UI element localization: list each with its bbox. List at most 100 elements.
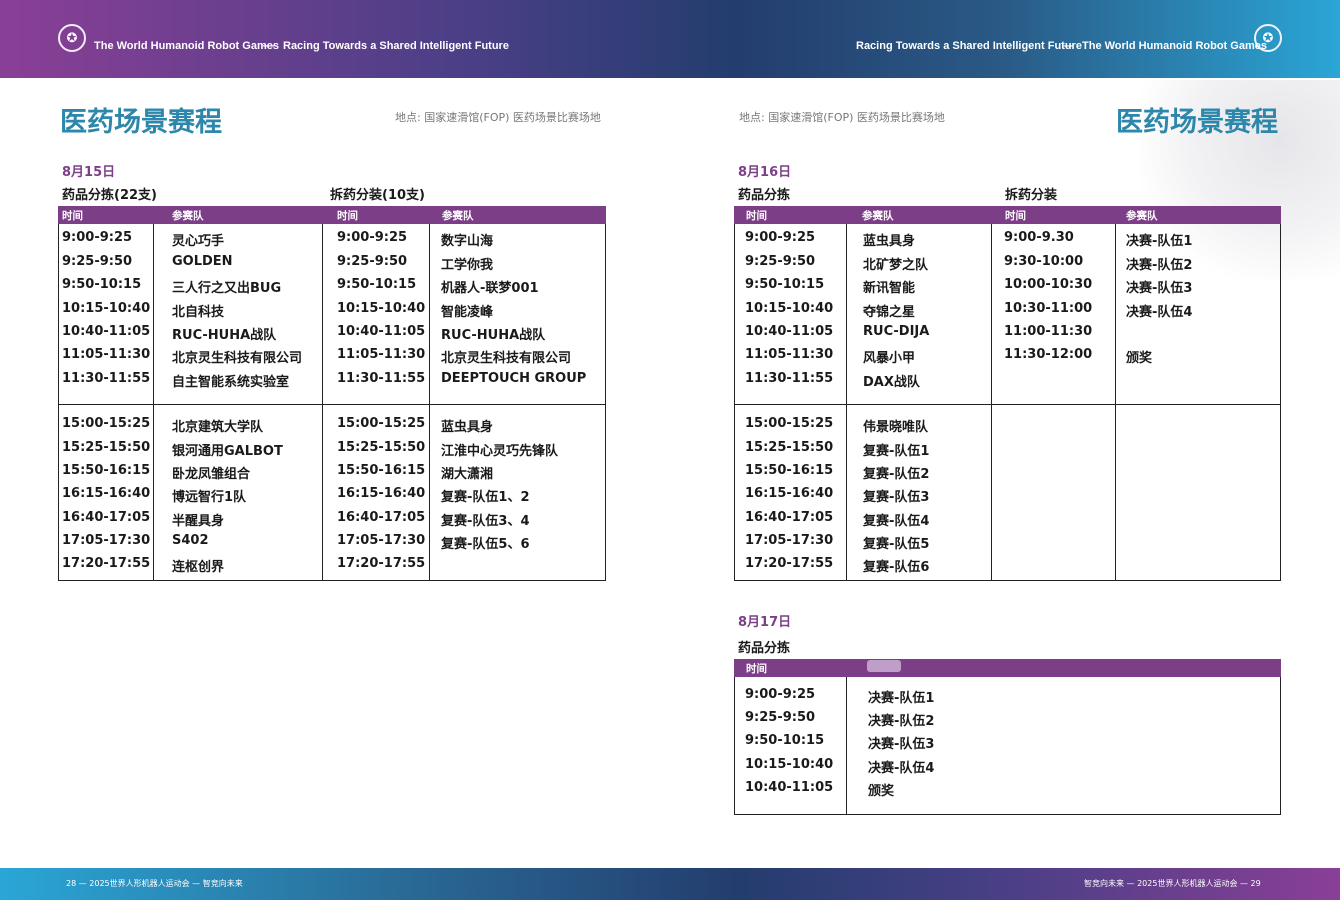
left-section-unpacking: 拆药分装(10支) [330,188,425,203]
team-name: RUC-HUHA战队 [172,328,277,343]
time-slot: 15:00-15:25 [62,416,151,431]
session-divider [735,404,1280,405]
banner-left-slogan: Racing Towards a Shared Intelligent Futu… [283,40,509,52]
time-slot: 10:00-10:30 [1004,277,1093,292]
time-slot: 9:25-9:50 [745,254,816,269]
team-name: 三人行之又出BUG [172,281,282,296]
column-divider [991,224,992,580]
team-name: 复赛-队伍1、2 [441,490,530,505]
team-name: 博远智行1队 [172,490,247,505]
team-name: 连枢创界 [172,560,225,575]
time-slot: 9:00-9.30 [1004,230,1074,245]
column-divider [846,677,847,814]
team-name: 半醒具身 [172,514,225,529]
team-name: GOLDEN [172,254,233,269]
blurred-header-mark [867,660,901,672]
time-slot: 9:50-10:15 [745,277,825,292]
aug16-section-unpacking: 拆药分装 [1005,188,1058,203]
team-name: 湖大潇湘 [441,467,494,482]
team-name: 复赛-队伍5 [863,537,930,552]
team-name: 北京灵生科技有限公司 [441,351,572,366]
team-name: 数字山海 [441,234,494,249]
column-divider [429,224,430,580]
time-slot: 10:30-11:00 [1004,301,1093,316]
time-slot: 16:15-16:40 [62,486,151,501]
team-name: 复赛-队伍3 [863,490,930,505]
time-slot: 11:05-11:30 [62,347,151,362]
schedule-table-aug15: 时间 参赛队 时间 参赛队 9:00-9:25 灵心巧手 9:00-9:25 数字山海… [58,206,606,581]
time-slot: 17:05-17:30 [745,533,834,548]
time-slot: 15:50-16:15 [62,463,151,478]
time-slot: 16:15-16:40 [745,486,834,501]
header-time: 时间 [337,210,358,222]
column-divider [1115,224,1116,580]
team-name: 复赛-队伍6 [863,560,930,575]
time-slot: 17:05-17:30 [337,533,426,548]
time-slot: 10:40-11:05 [745,324,834,339]
team-name: 灵心巧手 [172,234,225,249]
left-venue: 地点: 国家速滑馆(FOP) 医药场景比赛场地 [395,111,601,124]
team-name: DEEPTOUCH GROUP [441,371,587,386]
aug16-date: 8月16日 [738,165,792,180]
column-divider [153,224,154,580]
aug17-date: 8月17日 [738,615,792,630]
table-body: 9:00-9:25 蓝虫具身 9:00-9.30 决赛-队伍1 9:25-9:50 北矿梦… [734,224,1281,581]
time-slot: 11:30-11:55 [745,371,834,386]
team-name: 自主智能系统实验室 [172,375,290,390]
time-slot: 9:50-10:15 [745,733,825,748]
team-name: 蓝虫具身 [441,420,494,435]
team-name: 决赛-队伍2 [1126,258,1193,273]
header-banner [0,0,1340,78]
time-slot: 10:15-10:40 [62,301,151,316]
left-section-sorting: 药品分拣(22支) [62,188,157,203]
team-name: 颁奖 [1126,351,1153,366]
team-name: 江淮中心灵巧先锋队 [441,444,559,459]
team-name: 颁奖 [868,784,895,799]
team-name: 风暴小甲 [863,351,916,366]
team-name: 决赛-队伍3 [868,737,935,752]
time-slot: 9:25-9:50 [337,254,408,269]
banner-right-title: The World Humanoid Robot Games [1082,40,1267,52]
time-slot: 15:00-15:25 [745,416,834,431]
time-slot: 9:25-9:50 [745,710,816,725]
team-name: 智能凌峰 [441,305,494,320]
header-time: 时间 [1005,210,1026,222]
team-name: 夺锦之星 [863,305,916,320]
team-name: 决赛-队伍1 [1126,234,1193,249]
time-slot: 10:40-11:05 [337,324,426,339]
banner-right-slogan: Racing Towards a Shared Intelligent Futu… [856,40,1082,52]
time-slot: 15:50-16:15 [337,463,426,478]
time-slot: 9:00-9:25 [337,230,408,245]
team-name: 北自科技 [172,305,225,320]
time-slot: 16:40-17:05 [337,510,426,525]
session-divider [59,404,605,405]
time-slot: 17:20-17:55 [337,556,426,571]
time-slot: 16:40-17:05 [62,510,151,525]
time-slot: 10:40-11:05 [62,324,151,339]
team-name: 复赛-队伍3、4 [441,514,530,529]
right-page-title: 医药场景赛程 [1116,107,1278,138]
table-header: 时间 [734,659,1281,677]
team-name: 决赛-队伍1 [868,691,935,706]
time-slot: 16:15-16:40 [337,486,426,501]
column-divider [846,224,847,580]
table-header: 时间 参赛队 时间 参赛队 [58,206,606,224]
column-divider [322,224,323,580]
header-team: 参赛队 [1126,210,1158,222]
team-name: 决赛-队伍4 [868,761,935,776]
team-name: 复赛-队伍5、6 [441,537,530,552]
time-slot: 15:25-15:50 [62,440,151,455]
team-name: RUC-DIJA [863,324,930,339]
team-name: 新讯智能 [863,281,916,296]
team-name: 北京建筑大学队 [172,420,264,435]
team-name: DAX战队 [863,375,920,390]
time-slot: 11:05-11:30 [337,347,426,362]
time-slot: 11:30-11:55 [337,371,426,386]
schedule-table-aug16: 时间 参赛队 时间 参赛队 9:00-9:25 蓝虫具身 9:00-9.30 决赛-队… [734,206,1281,581]
footer-right-text: 智竞向未来 — 2025世界人形机器人运动会 — 29 [1084,879,1261,888]
team-name: 卧龙凤雏组合 [172,467,251,482]
header-team: 参赛队 [172,210,204,222]
time-slot: 11:05-11:30 [745,347,834,362]
time-slot: 11:00-11:30 [1004,324,1093,339]
team-name: 机器人-联梦001 [441,281,539,296]
